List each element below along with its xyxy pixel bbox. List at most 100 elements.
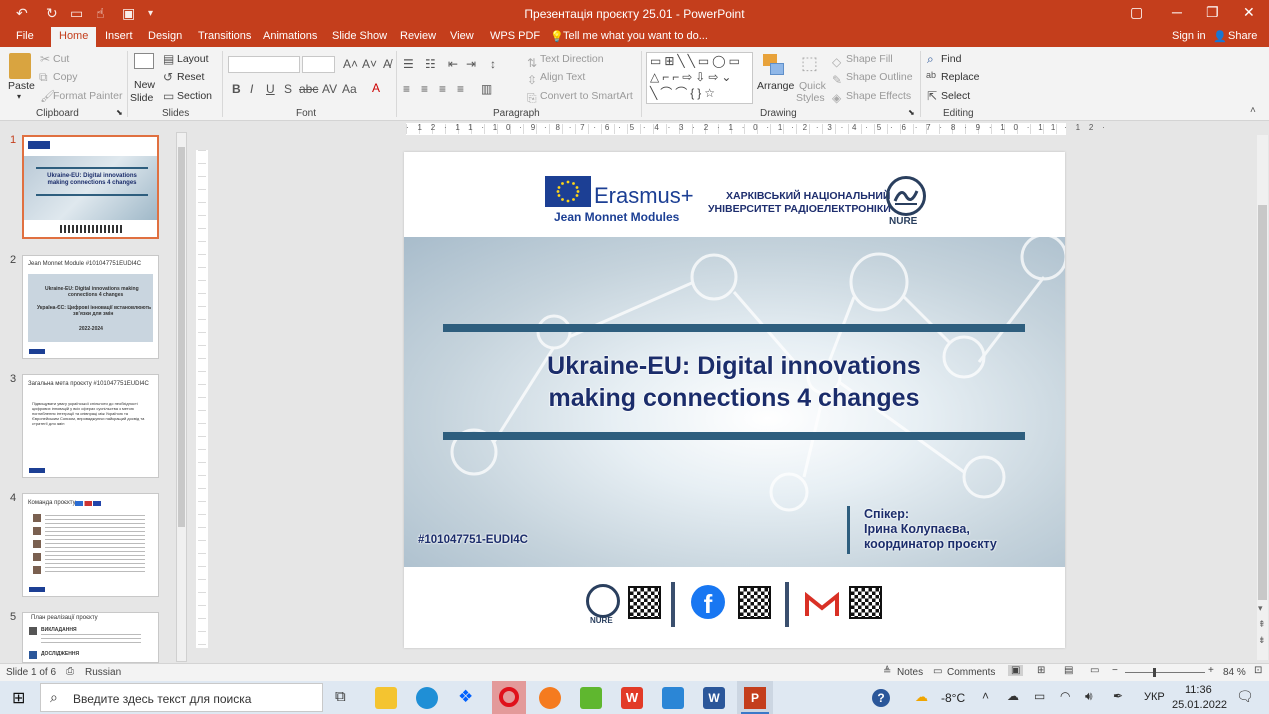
drawing-launcher-icon[interactable]: ⬊	[908, 108, 915, 117]
scroll-thumb[interactable]	[1258, 205, 1267, 600]
powerpoint-taskbar-active[interactable]: P	[737, 681, 773, 714]
replace-button[interactable]: Replace	[941, 71, 980, 83]
tab-design[interactable]: Design	[148, 30, 182, 42]
new-slide-button-line2[interactable]: Slide	[130, 92, 153, 104]
quick-styles-button-line2[interactable]: Styles	[796, 92, 825, 104]
reading-view-icon[interactable]: ▤	[1064, 665, 1073, 676]
share-button[interactable]: Share	[1228, 30, 1257, 42]
opera-taskbar-active[interactable]	[492, 681, 526, 714]
align-text-button[interactable]: Align Text	[540, 71, 585, 83]
tab-home[interactable]: Home	[51, 27, 97, 47]
bold-icon[interactable]: B	[232, 82, 241, 96]
underline-icon[interactable]: U	[266, 82, 275, 96]
temperature[interactable]: -8°C	[941, 691, 965, 705]
file-explorer-icon[interactable]	[375, 687, 397, 709]
align-center-icon[interactable]: ≡	[421, 82, 428, 96]
numbering-icon[interactable]: ☷	[425, 57, 436, 71]
help-icon[interactable]: ?	[872, 689, 890, 707]
arrange-icon[interactable]	[763, 54, 785, 78]
slide-title[interactable]: Ukraine-EU: Digital innovations making c…	[444, 350, 1024, 414]
weather-icon[interactable]: ☁	[915, 689, 928, 705]
input-language[interactable]: УКР	[1144, 691, 1165, 703]
hidden-icons-chevron[interactable]: ˄	[982, 689, 989, 703]
text-direction-button[interactable]: Text Direction	[540, 53, 604, 65]
tab-view[interactable]: View	[450, 30, 474, 42]
align-left-icon[interactable]: ≡	[403, 82, 410, 96]
clock-date[interactable]: 25.01.2022	[1172, 699, 1227, 711]
slide-thumbnail-4[interactable]: Команда проєкту	[22, 493, 159, 597]
paste-dropdown-icon[interactable]: ▾	[17, 92, 21, 101]
speaker-block[interactable]: Спікер: Ірина Колупаєва, координатор про…	[864, 507, 997, 552]
paste-icon[interactable]	[9, 53, 31, 79]
change-case-icon[interactable]: Aa	[342, 82, 357, 96]
zoom-level[interactable]: 84 %	[1223, 667, 1246, 678]
pen-icon[interactable]: ✒	[1113, 689, 1123, 703]
firefox-icon[interactable]	[539, 687, 561, 709]
font-name-box[interactable]	[228, 56, 300, 73]
tab-file[interactable]: File	[16, 30, 34, 42]
quick-styles-button[interactable]: Quick	[799, 80, 826, 92]
dropbox-icon[interactable]: ❖	[458, 687, 473, 707]
arrange-button[interactable]: Arrange	[757, 80, 794, 92]
shadow-icon[interactable]: S	[284, 82, 292, 96]
slide-thumbnail-2[interactable]: Jean Monnet Module #101047751EUDI4C Ukra…	[22, 255, 159, 359]
clipboard-launcher-icon[interactable]: ⬊	[116, 108, 123, 117]
normal-view-icon[interactable]: ▣	[1008, 665, 1024, 676]
comments-button[interactable]: Comments	[947, 667, 995, 678]
horizontal-ruler[interactable]: ·12·11·10·9·8·7·6·5·4·3·2·1·0·1·2·3·4·5·…	[406, 123, 1105, 135]
decrease-font-icon[interactable]: A˅	[362, 57, 377, 71]
language-indicator[interactable]: Russian	[85, 667, 121, 678]
bullets-icon[interactable]: ☰	[403, 57, 414, 71]
windows-start-icon[interactable]: ⊞	[12, 688, 25, 708]
tab-wps-pdf[interactable]: WPS PDF	[490, 30, 540, 42]
find-button[interactable]: Find	[941, 53, 961, 65]
clock-time[interactable]: 11:36	[1185, 684, 1212, 696]
tab-review[interactable]: Review	[400, 30, 436, 42]
section-button[interactable]: Section	[177, 90, 212, 102]
wifi-icon[interactable]: ◠	[1060, 689, 1070, 703]
tell-me-box[interactable]: Tell me what you want to do...	[563, 30, 708, 42]
slideshow-icon[interactable]: ▭	[1090, 665, 1099, 676]
line-spacing-icon[interactable]: ↕	[490, 57, 496, 71]
font-size-box[interactable]	[302, 56, 335, 73]
new-slide-button[interactable]: New	[134, 79, 155, 91]
collapse-ribbon-icon[interactable]: ˄	[1250, 105, 1256, 116]
increase-font-icon[interactable]: A˄	[343, 57, 358, 71]
format-painter-button[interactable]: Format Painter	[53, 90, 122, 102]
fit-slide-icon[interactable]: ⊡	[1254, 665, 1262, 676]
minimize-icon[interactable]: ─	[1172, 4, 1182, 20]
task-view-icon[interactable]: ⧉	[335, 688, 346, 705]
onedrive-icon[interactable]: ☁	[1007, 689, 1019, 703]
tab-slide-show[interactable]: Slide Show	[332, 30, 387, 42]
new-slide-icon[interactable]	[134, 53, 154, 69]
sign-in-link[interactable]: Sign in	[1172, 30, 1206, 42]
word-icon[interactable]: W	[703, 687, 725, 709]
scroll-thumb[interactable]	[178, 147, 185, 527]
tab-insert[interactable]: Insert	[105, 30, 133, 42]
zoom-slider-thumb[interactable]	[1153, 668, 1156, 677]
previous-slide-icon[interactable]: ⇞	[1258, 619, 1266, 630]
notifications-icon[interactable]: 🗨︎	[1236, 688, 1254, 705]
justify-icon[interactable]: ≡	[457, 82, 464, 96]
tab-transitions[interactable]: Transitions	[198, 30, 251, 42]
volume-icon[interactable]: 🔊︎	[1085, 689, 1093, 704]
increase-indent-icon[interactable]: ⇥	[466, 57, 476, 71]
decrease-indent-icon[interactable]: ⇤	[448, 57, 458, 71]
restore-icon[interactable]: ❐	[1206, 4, 1219, 21]
close-icon[interactable]: ✕	[1243, 4, 1255, 21]
char-spacing-icon[interactable]: AV	[322, 82, 337, 96]
notes-button[interactable]: Notes	[897, 667, 923, 678]
copy-button[interactable]: Copy	[53, 71, 78, 83]
slide-thumbnail-1[interactable]: Ukraine-EU: Digital innovations making co…	[22, 135, 159, 239]
strikethrough-icon[interactable]: abc	[299, 82, 318, 96]
slide-sorter-icon[interactable]: ⊞	[1037, 665, 1045, 676]
shape-effects-button[interactable]: Shape Effects	[846, 90, 911, 102]
ribbon-display-icon[interactable]: ▢	[1130, 4, 1143, 21]
convert-smartart-button[interactable]: Convert to SmartArt	[540, 90, 633, 102]
slide-scrollbar[interactable]: ▾ ⇞ ⇟	[1257, 135, 1268, 660]
green-app-icon[interactable]	[580, 687, 602, 709]
italic-icon[interactable]: I	[250, 82, 253, 96]
battery-icon[interactable]: ▭	[1034, 689, 1045, 703]
zoom-out-icon[interactable]: −	[1112, 665, 1118, 676]
paste-button[interactable]: Paste	[8, 80, 35, 92]
